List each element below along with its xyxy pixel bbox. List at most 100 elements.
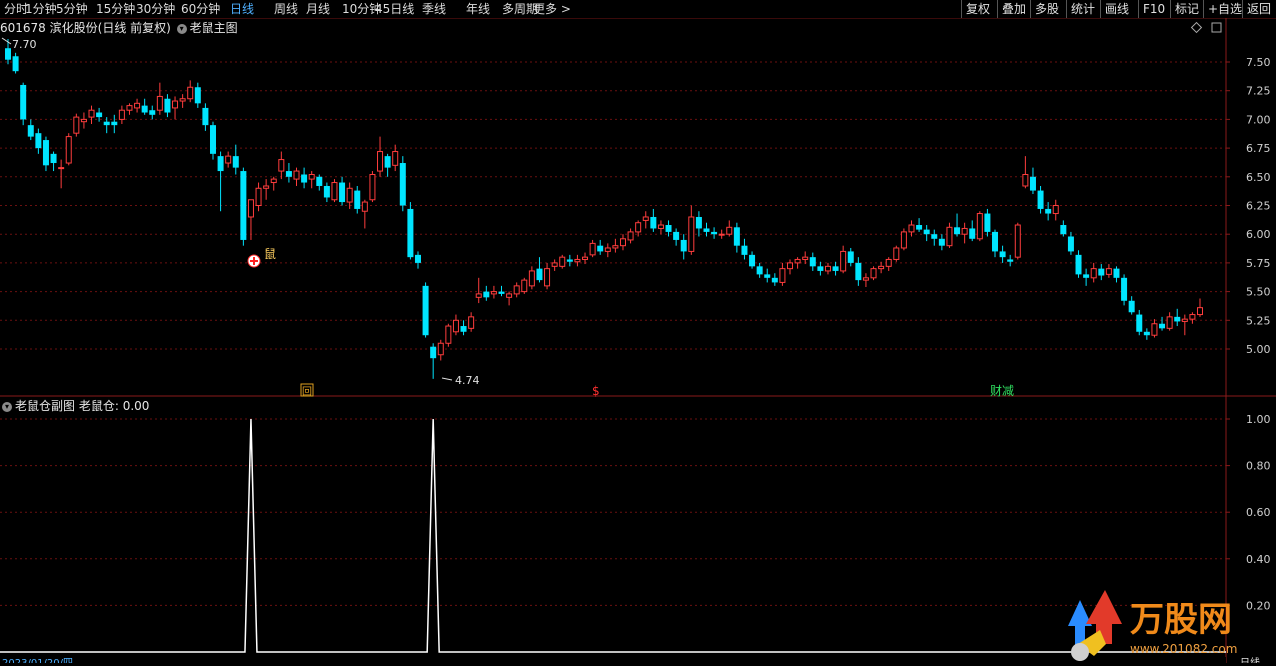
candle-body-up bbox=[688, 216, 695, 252]
candle-body-down bbox=[483, 291, 490, 298]
candle-body-up bbox=[361, 201, 368, 212]
candle-body-down bbox=[407, 208, 414, 258]
candle-body-down bbox=[316, 176, 323, 186]
candle-body-down bbox=[27, 125, 34, 137]
candle-body-down bbox=[832, 266, 839, 271]
candle-body-down bbox=[422, 285, 429, 336]
candle-body-up bbox=[840, 250, 847, 272]
price-tick-label: 7.50 bbox=[1246, 56, 1271, 69]
period-tab[interactable]: 30分钟 bbox=[136, 1, 175, 17]
candle-body-up bbox=[73, 116, 80, 134]
candle-body-up bbox=[1090, 268, 1097, 279]
sub-series-line bbox=[0, 418, 1226, 653]
candle-body-down bbox=[1075, 254, 1082, 275]
period-tab[interactable]: 季线 bbox=[422, 1, 446, 17]
candle-body-up bbox=[293, 170, 300, 180]
candle-body-up bbox=[824, 265, 831, 272]
sub-tick-label: 0.40 bbox=[1246, 553, 1271, 566]
candle-body-down bbox=[1113, 268, 1120, 278]
hui-marker-box bbox=[300, 383, 314, 397]
candle-body-up bbox=[544, 268, 551, 287]
candle-body-up bbox=[156, 95, 163, 111]
candle-body-down bbox=[460, 326, 467, 332]
candle-body-down bbox=[194, 87, 201, 104]
collapse-icon[interactable]: ▾ bbox=[2, 401, 12, 412]
period-tab[interactable]: 1分钟 bbox=[25, 1, 57, 17]
candle-body-up bbox=[619, 238, 626, 247]
toolbar-button[interactable]: F10 bbox=[1138, 0, 1169, 18]
candle-body-down bbox=[12, 56, 19, 72]
period-tab[interactable]: 15分钟 bbox=[96, 1, 135, 17]
candle-body-up bbox=[1014, 224, 1021, 258]
period-tab[interactable]: 月线 bbox=[306, 1, 330, 17]
stock-code[interactable]: 601678 bbox=[0, 21, 46, 35]
candle-body-down bbox=[141, 105, 148, 113]
candle-body-up bbox=[179, 98, 186, 102]
toolbar-button[interactable]: 多股 bbox=[1030, 0, 1063, 18]
period-tab[interactable]: 45日线 bbox=[375, 1, 414, 17]
period-tab[interactable]: 日线 bbox=[230, 1, 254, 17]
candle-body-down bbox=[741, 245, 748, 255]
toolbar-button[interactable]: 返回 bbox=[1242, 0, 1275, 18]
caibao-marker: 财减 bbox=[990, 384, 1014, 398]
candle-body-up bbox=[263, 185, 270, 189]
kline-chart: 7.70 4.74 鼠回 $ 财减 7.50 7.25 7.00 6.75 6.50 6.25 6.… bbox=[0, 18, 1276, 663]
main-indicator-name[interactable]: 老鼠主图 bbox=[190, 21, 238, 35]
candle-body-down bbox=[756, 266, 763, 275]
signal-label: 鼠 bbox=[264, 247, 276, 261]
period-tab[interactable]: 60分钟 bbox=[181, 1, 220, 17]
high-price-label: 7.70 bbox=[12, 38, 37, 51]
period-tab[interactable]: 年线 bbox=[466, 1, 490, 17]
candle-body-down bbox=[764, 274, 771, 278]
candle-body-down bbox=[1029, 176, 1036, 191]
period-tab[interactable]: 更多 > bbox=[533, 1, 571, 17]
sub-indicator-name[interactable]: 老鼠仓副图 bbox=[15, 399, 75, 413]
candle-body-down bbox=[1128, 300, 1135, 313]
candle-body-up bbox=[1052, 205, 1059, 215]
candle-body-up bbox=[878, 265, 885, 270]
candle-body-down bbox=[695, 216, 702, 229]
sub-tick-label: 0.60 bbox=[1246, 506, 1271, 519]
candle-body-up bbox=[635, 222, 642, 233]
candle-body-up bbox=[726, 226, 733, 235]
candle-body-up bbox=[802, 256, 809, 260]
candle-body-down bbox=[1174, 316, 1181, 322]
candle-body-up bbox=[946, 226, 953, 247]
price-tick-label: 5.75 bbox=[1246, 257, 1271, 270]
toolbar-button[interactable]: 复权 bbox=[961, 0, 994, 18]
candle-body-down bbox=[733, 227, 740, 246]
candle-body-down bbox=[42, 140, 49, 166]
collapse-icon[interactable]: ▾ bbox=[176, 23, 187, 34]
candle-body-down bbox=[164, 98, 171, 113]
watermark: 万股网 www.201082.com bbox=[1050, 586, 1276, 663]
watermark-site: www.201082.com bbox=[1130, 642, 1237, 656]
candle-body-up bbox=[308, 174, 315, 180]
candle-body-down bbox=[711, 231, 718, 235]
toolbar-button[interactable]: +自选 bbox=[1203, 0, 1246, 18]
period-tab[interactable]: 5分钟 bbox=[56, 1, 88, 17]
candle-body-up bbox=[612, 245, 619, 249]
watermark-brand: 万股网 bbox=[1130, 600, 1232, 640]
candle-body-down bbox=[703, 228, 710, 232]
toolbar-button[interactable]: 统计 bbox=[1066, 0, 1099, 18]
toolbar-button[interactable]: 叠加 bbox=[997, 0, 1030, 18]
period-tab[interactable]: 周线 bbox=[274, 1, 298, 17]
candle-body-up bbox=[908, 224, 915, 233]
candle-body-up bbox=[1189, 314, 1196, 320]
toolbar-button[interactable]: 画线 bbox=[1100, 0, 1133, 18]
candle-body-down bbox=[938, 238, 945, 246]
candle-body-up bbox=[331, 182, 338, 201]
footer-date: 2023/01/20/四 bbox=[2, 658, 73, 663]
high-marker-line bbox=[1, 37, 12, 45]
price-tick-label: 6.00 bbox=[1246, 228, 1271, 241]
candle-body-up bbox=[870, 268, 877, 279]
candle-body-up bbox=[862, 277, 869, 281]
candle-body-up bbox=[794, 258, 801, 264]
candle-body-down bbox=[1007, 259, 1014, 262]
candle-body-down bbox=[969, 228, 976, 239]
price-tick-label: 6.50 bbox=[1246, 171, 1271, 184]
sub-tick-label: 0.80 bbox=[1246, 460, 1271, 473]
candle-body-down bbox=[301, 174, 308, 183]
candle-body-up bbox=[172, 100, 179, 109]
toolbar-button[interactable]: 标记 bbox=[1170, 0, 1203, 18]
